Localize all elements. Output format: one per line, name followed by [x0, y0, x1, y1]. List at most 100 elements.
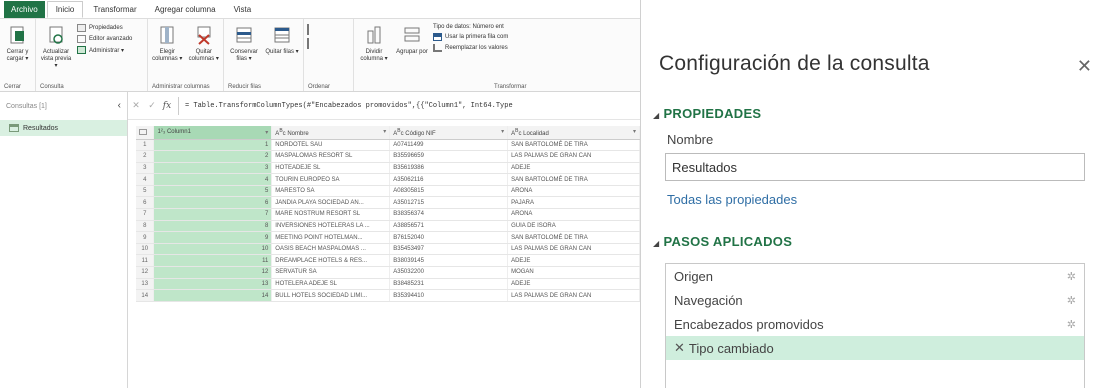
- tab-transformar[interactable]: Transformar: [85, 2, 144, 17]
- cell-column1[interactable]: 4: [153, 173, 273, 186]
- tab-vista[interactable]: Vista: [226, 2, 260, 17]
- table-row[interactable]: 2 2 MASPALOMAS RESORT SL B35596659 LAS PALMA…: [136, 150, 640, 163]
- cell-column1[interactable]: 5: [153, 185, 273, 198]
- table-row[interactable]: 8 8 INVERSIONES HOTELERAS LA ... A38856571 G…: [136, 220, 640, 233]
- split-column-button[interactable]: Dividir columna ▾: [357, 23, 391, 63]
- cell-nombre[interactable]: TOURIN EUROPEO SA: [271, 173, 391, 186]
- step-encabezados-promovidos[interactable]: Encabezados promovidos ✲: [666, 312, 1084, 336]
- advanced-editor-button[interactable]: Editor avanzado: [77, 35, 132, 43]
- cancel-icon[interactable]: ✕: [128, 100, 144, 111]
- row-number[interactable]: 4: [136, 173, 155, 186]
- row-number[interactable]: 7: [136, 208, 155, 221]
- group-by-button[interactable]: Agrupar por: [395, 23, 429, 56]
- table-row[interactable]: 14 14 BULL HOTELS SOCIEDAD LIMI... B3539441…: [136, 289, 640, 302]
- dropdown-icon[interactable]: ▾: [633, 128, 636, 135]
- table-row[interactable]: 12 12 SERVATUR SA A35032200 MOGAN: [136, 266, 640, 279]
- cell-codigo-nif[interactable]: B35394410: [389, 289, 509, 302]
- cell-localidad[interactable]: SAN BARTOLOMÉ DE TIRA: [507, 173, 640, 186]
- all-properties-link[interactable]: Todas las propiedades: [667, 192, 797, 207]
- row-number[interactable]: 14: [136, 289, 155, 302]
- cell-column1[interactable]: 8: [153, 220, 273, 233]
- row-number[interactable]: 11: [136, 254, 155, 268]
- step-navegacion[interactable]: Navegación ✲: [666, 288, 1084, 312]
- table-row[interactable]: 4 4 TOURIN EUROPEO SA A35062116 SAN BARTOLOM…: [136, 173, 640, 186]
- gear-icon[interactable]: ✲: [1067, 318, 1076, 331]
- cell-codigo-nif[interactable]: A38856571: [389, 220, 509, 233]
- row-number[interactable]: 2: [136, 150, 155, 163]
- gear-icon[interactable]: ✲: [1067, 270, 1076, 283]
- replace-values-button[interactable]: Reemplazar los valores: [433, 44, 508, 52]
- cell-column1[interactable]: 9: [153, 231, 273, 244]
- cell-nombre[interactable]: MARESTO SA: [271, 185, 391, 198]
- cell-codigo-nif[interactable]: B35453497: [389, 243, 509, 256]
- tab-agregar-columna[interactable]: Agregar columna: [147, 2, 224, 17]
- cell-nombre[interactable]: INVERSIONES HOTELERAS LA ...: [271, 220, 391, 233]
- cell-nombre[interactable]: HOTELERA ADEJE SL: [271, 278, 391, 291]
- cell-localidad[interactable]: PAJARA: [507, 196, 640, 210]
- cell-nombre[interactable]: DREAMPLACE HOTELS & RES...: [271, 254, 391, 268]
- query-item-resultados[interactable]: Resultados: [0, 120, 127, 136]
- cell-localidad[interactable]: LAS PALMAS DE GRAN CAN: [507, 289, 640, 302]
- cell-column1[interactable]: 7: [153, 208, 273, 221]
- table-row[interactable]: 1 1 NORDOTEL SAU A07411499 SAN BARTOLOMÉ DE …: [136, 139, 640, 152]
- dropdown-icon[interactable]: ▾: [265, 129, 268, 136]
- cell-codigo-nif[interactable]: B76152040: [389, 231, 509, 244]
- formula-input[interactable]: = Table.TransformColumnTypes(#"Encabezad…: [178, 96, 640, 115]
- confirm-icon[interactable]: ✓: [144, 100, 160, 111]
- dropdown-icon[interactable]: ▾: [383, 128, 386, 135]
- step-origen[interactable]: Origen ✲: [666, 264, 1084, 288]
- cell-localidad[interactable]: GUIA DE ISORA: [507, 220, 640, 233]
- cell-localidad[interactable]: SAN BARTOLOMÉ DE TIRA: [507, 231, 640, 244]
- tab-archivo[interactable]: Archivo: [4, 0, 45, 18]
- cell-nombre[interactable]: BULL HOTELS SOCIEDAD LIMI...: [271, 289, 391, 302]
- cell-column1[interactable]: 11: [153, 254, 273, 268]
- close-icon[interactable]: ✕: [1077, 56, 1092, 77]
- cell-localidad[interactable]: LAS PALMAS DE GRAN CAN: [507, 243, 640, 256]
- dropdown-icon[interactable]: ▾: [501, 128, 504, 135]
- cell-column1[interactable]: 14: [153, 289, 273, 302]
- row-number[interactable]: 10: [136, 243, 155, 256]
- table-row[interactable]: 7 7 MARE NOSTRUM RESORT SL B38356374 ARONA: [136, 208, 640, 221]
- delete-step-icon[interactable]: ✕: [674, 340, 685, 356]
- cell-localidad[interactable]: ADEJE: [507, 254, 640, 268]
- cell-nombre[interactable]: NORDOTEL SAU: [271, 139, 391, 152]
- column-header-column1[interactable]: 1²₃ Column1 ▾: [153, 126, 273, 140]
- data-type-dropdown[interactable]: Tipo de datos: Número ent: [433, 24, 508, 30]
- row-number[interactable]: 8: [136, 220, 155, 233]
- table-row[interactable]: 9 9 MEETING POINT HOTELMAN... B76152040 SAN …: [136, 231, 640, 244]
- gear-icon[interactable]: ✲: [1067, 294, 1076, 307]
- cell-codigo-nif[interactable]: A35032200: [389, 266, 509, 279]
- name-input[interactable]: [665, 153, 1085, 181]
- remove-columns-button[interactable]: Quitar columnas ▾: [188, 23, 221, 63]
- sort-ascending-button[interactable]: [307, 24, 315, 35]
- cell-localidad[interactable]: ADEJE: [507, 278, 640, 291]
- row-number[interactable]: 5: [136, 185, 155, 198]
- manage-button[interactable]: Administrar ▾: [77, 46, 132, 54]
- cell-nombre[interactable]: HOTEADEJE SL: [271, 162, 391, 175]
- row-number[interactable]: 3: [136, 162, 155, 175]
- cell-column1[interactable]: 2: [153, 150, 273, 163]
- cell-localidad[interactable]: ARONA: [507, 185, 640, 198]
- properties-button[interactable]: Propiedades: [77, 24, 132, 32]
- section-propiedades[interactable]: ◢ PROPIEDADES: [653, 106, 761, 121]
- cell-nombre[interactable]: MASPALOMAS RESORT SL: [271, 150, 391, 163]
- cell-codigo-nif[interactable]: A07411499: [389, 139, 509, 152]
- tab-inicio[interactable]: Inicio: [46, 0, 84, 18]
- cell-codigo-nif[interactable]: A35062116: [389, 173, 509, 186]
- cell-codigo-nif[interactable]: B35596659: [389, 150, 509, 163]
- row-number[interactable]: 1: [136, 139, 155, 152]
- cell-codigo-nif[interactable]: B38356374: [389, 208, 509, 221]
- cell-codigo-nif[interactable]: B38039145: [389, 254, 509, 268]
- step-tipo-cambiado[interactable]: ✕ Tipo cambiado: [666, 336, 1084, 360]
- cell-column1[interactable]: 12: [153, 266, 273, 279]
- row-number[interactable]: 9: [136, 231, 155, 244]
- table-corner[interactable]: [136, 126, 155, 140]
- cell-codigo-nif[interactable]: B38485231: [389, 278, 509, 291]
- cell-localidad[interactable]: LAS PALMAS DE GRAN CAN: [507, 150, 640, 163]
- column-header-codigo-nif[interactable]: ABc Código NIF ▾: [389, 126, 509, 140]
- close-and-load-button[interactable]: Cerrar y cargar ▾: [3, 23, 32, 63]
- cell-localidad[interactable]: ADEJE: [507, 162, 640, 175]
- cell-nombre[interactable]: JANDIA PLAYA SOCIEDAD AN...: [271, 196, 391, 210]
- cell-column1[interactable]: 10: [153, 243, 273, 256]
- cell-nombre[interactable]: MEETING POINT HOTELMAN...: [271, 231, 391, 244]
